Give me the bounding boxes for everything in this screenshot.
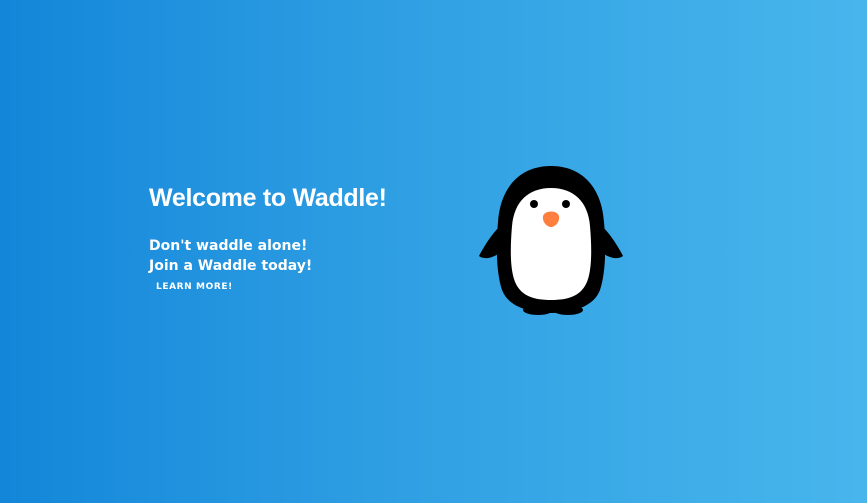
penguin-left-flipper xyxy=(479,226,500,259)
penguin-left-eye xyxy=(530,200,538,208)
penguin-icon xyxy=(479,166,623,315)
hero-section: Welcome to Waddle! Don't waddle alone! J… xyxy=(149,182,449,294)
tagline-line-2: Join a Waddle today! xyxy=(149,258,313,274)
penguin-right-flipper xyxy=(602,226,623,259)
tagline-line-1: Don't waddle alone! xyxy=(149,238,308,254)
hero-tagline: Don't waddle alone! Join a Waddle today! xyxy=(149,236,449,276)
page-title: Welcome to Waddle! xyxy=(149,184,387,212)
learn-more-link[interactable]: LEARN MORE! xyxy=(156,282,233,292)
penguin-belly xyxy=(510,188,592,300)
penguin-right-eye xyxy=(562,200,570,208)
